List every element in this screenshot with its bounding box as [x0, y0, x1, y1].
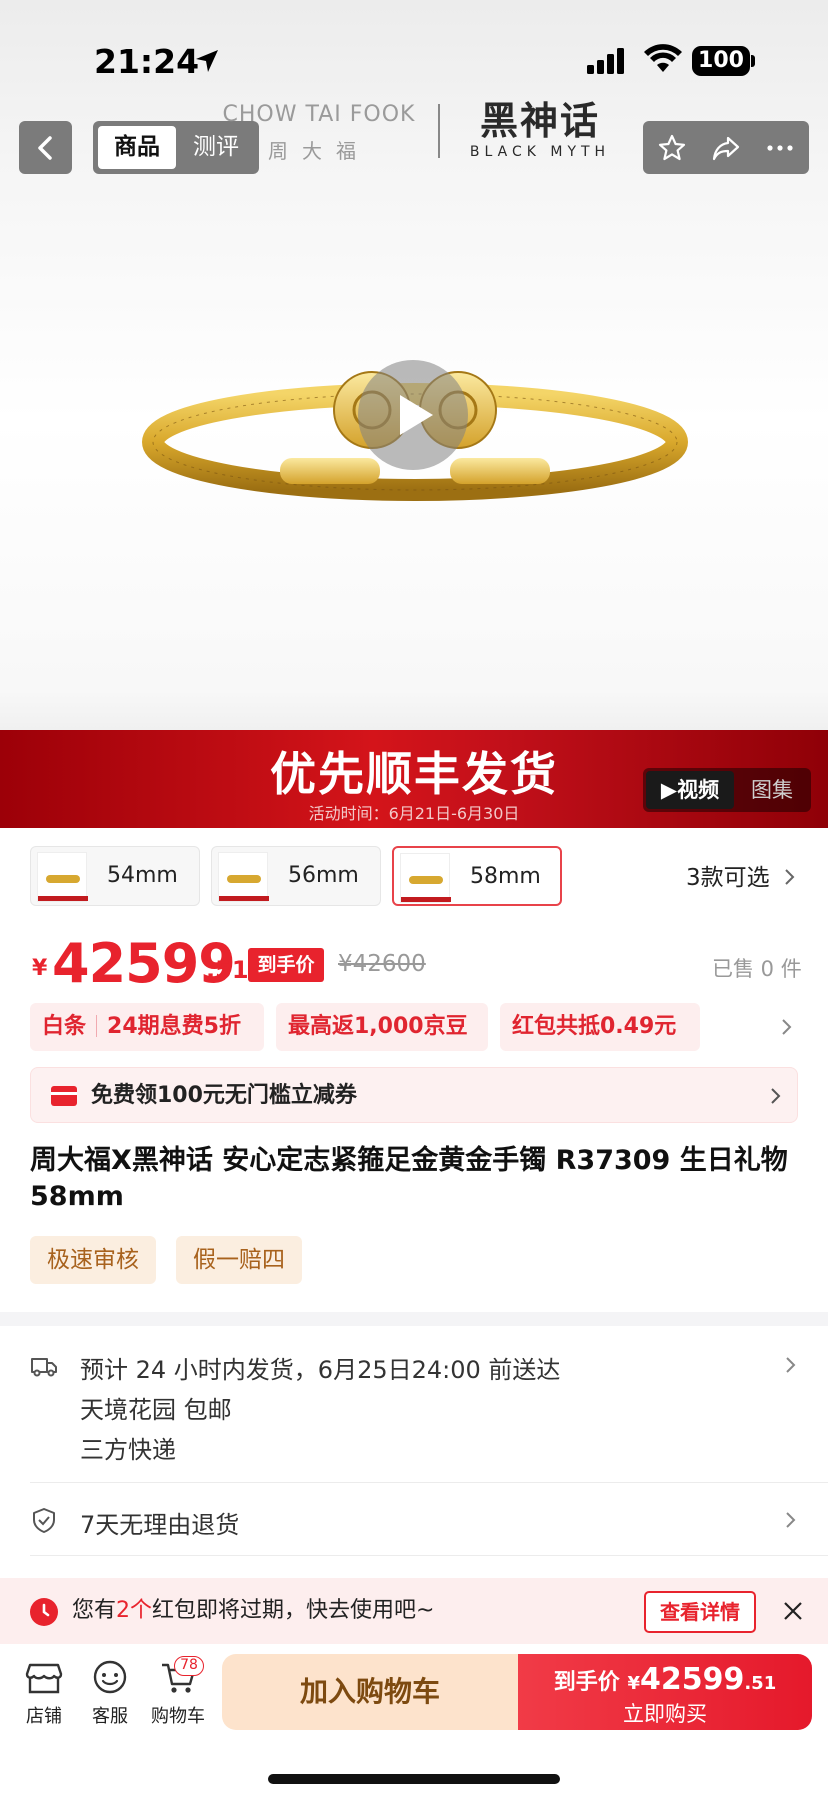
- chevron-right-icon: [785, 869, 795, 885]
- chevron-left-icon: [38, 136, 52, 160]
- buy-now-label: 立即购买: [623, 1702, 707, 1726]
- wifi-icon: [644, 44, 682, 72]
- battery-indicator: 100: [692, 46, 750, 76]
- installment-label: 24期息费5折: [107, 1014, 241, 1039]
- home-indicator[interactable]: [268, 1774, 560, 1784]
- shield-check-icon: [33, 1508, 55, 1533]
- hongbao-label: 红包共抵0.49元: [512, 1014, 677, 1039]
- product-title: 周大福X黑神话 安心定志紧箍足金黄金手镯 R37309 生日礼物 58mm: [30, 1145, 788, 1212]
- add-to-cart-button[interactable]: 加入购物车: [222, 1654, 518, 1730]
- buy-price-decimal: .51: [744, 1673, 777, 1694]
- sku-thumbnail: [400, 853, 451, 903]
- price-currency: ¥: [32, 956, 48, 981]
- sku-option-58mm[interactable]: 58mm: [392, 846, 562, 906]
- signal-icon: [587, 48, 624, 74]
- play-video-button[interactable]: [358, 360, 468, 470]
- price-decimal: .51: [206, 956, 249, 984]
- coupon-card-icon: [51, 1086, 77, 1106]
- chevron-right-icon[interactable]: [784, 1356, 798, 1374]
- sold-count: 已售 0 件: [712, 957, 802, 981]
- coupon-banner[interactable]: 免费领100元无门槛立减券: [30, 1067, 798, 1123]
- share-icon[interactable]: [711, 133, 741, 163]
- sku-option-56mm[interactable]: 56mm: [211, 846, 381, 906]
- buy-price-currency: ¥: [627, 1673, 640, 1694]
- sku-option-54mm[interactable]: 54mm: [30, 846, 200, 906]
- divider: [30, 1482, 828, 1483]
- sku-thumbnail: [218, 852, 269, 902]
- clock-glyph-icon: [42, 1603, 50, 1617]
- brand-divider: [438, 104, 440, 158]
- shop-label: 店铺: [26, 1706, 62, 1727]
- redpacket-message: 您有2个红包即将过期，快去使用吧~: [72, 1578, 434, 1644]
- chevron-right-icon[interactable]: [780, 1018, 794, 1036]
- more-icon[interactable]: [765, 133, 795, 163]
- product-hero: 21:24 100 商品 测评 CHOW TAI FOOK 周大福 黑神话 BL…: [0, 0, 828, 730]
- coupon-text: 免费领100元无门槛立减券: [91, 1083, 357, 1108]
- black-myth-cn-wordmark: 黑神话: [479, 98, 600, 143]
- tab-video[interactable]: ▶视频: [646, 771, 734, 809]
- cart-label: 购物车: [151, 1706, 205, 1727]
- close-icon[interactable]: [782, 1600, 804, 1622]
- tag-fake-compensation: 假一赔四: [176, 1236, 302, 1284]
- redpacket-expiry-bar: 您有2个红包即将过期，快去使用吧~ 查看详情: [0, 1578, 828, 1644]
- delivery-truck-icon: [31, 1358, 57, 1377]
- store-icon: [25, 1663, 63, 1694]
- chow-tai-fook-wordmark: CHOW TAI FOOK: [222, 102, 416, 127]
- sku-thumbnail: [37, 852, 88, 902]
- final-price-badge: 到手价: [248, 948, 324, 982]
- shipping-estimate: 预计 24 小时内发货，6月25日24:00 前送达: [80, 1356, 561, 1384]
- play-icon: [400, 395, 433, 435]
- media-tabs: ▶视频 图集: [643, 768, 811, 812]
- customer-service-button[interactable]: 客服: [80, 1660, 140, 1728]
- chow-tai-fook-cn-wordmark: 周大福: [268, 139, 370, 163]
- buy-price-integer: 42599: [639, 1662, 745, 1697]
- section-gap: [0, 1312, 828, 1326]
- shipping-address: 天境花园 包邮: [80, 1396, 232, 1424]
- status-bar: 21:24 100: [0, 0, 828, 110]
- sku-label: 54mm: [107, 863, 178, 888]
- shipping-carrier: 三方快递: [80, 1436, 176, 1464]
- alarm-clock-icon: [30, 1598, 58, 1626]
- battery-tip: [751, 55, 755, 67]
- sku-label: 58mm: [470, 864, 541, 889]
- black-myth-logo: 黑神话 BLACK MYTH: [465, 98, 615, 161]
- location-arrow-icon: [196, 50, 218, 72]
- black-myth-en-wordmark: BLACK MYTH: [469, 144, 611, 160]
- status-time: 21:24: [94, 42, 200, 81]
- nav-actions: [643, 121, 809, 174]
- chevron-right-icon: [771, 1088, 781, 1104]
- service-label: 客服: [92, 1706, 128, 1727]
- redpacket-count: 2个: [116, 1598, 153, 1623]
- view-details-button[interactable]: 查看详情: [644, 1591, 756, 1633]
- buy-price-line: 到手价 ¥42599.51: [518, 1662, 812, 1697]
- buy-now-button[interactable]: 到手价 ¥42599.51 立即购买: [518, 1654, 812, 1730]
- original-price: ¥42600: [338, 951, 426, 977]
- tag-fast-review: 极速审核: [30, 1236, 156, 1284]
- baitiao-label: 白条: [42, 1014, 87, 1039]
- chat-smile-icon: [93, 1660, 127, 1694]
- jingdou-rebate-chip[interactable]: 最高返1,000京豆: [276, 1003, 488, 1051]
- hongbao-deduct-chip[interactable]: 红包共抵0.49元: [500, 1003, 700, 1051]
- chow-tai-fook-logo: CHOW TAI FOOK 周大福: [214, 102, 424, 164]
- star-icon[interactable]: [657, 133, 687, 163]
- chevron-right-icon[interactable]: [784, 1511, 798, 1529]
- shop-button[interactable]: 店铺: [14, 1660, 74, 1728]
- sku-label: 56mm: [288, 863, 359, 888]
- jingdou-label: 最高返1,000京豆: [288, 1014, 468, 1039]
- cart-count-badge: 78: [174, 1656, 204, 1676]
- divider: [30, 1555, 828, 1556]
- redpacket-post: 红包即将过期，快去使用吧~: [152, 1598, 435, 1623]
- return-policy: 7天无理由退货: [80, 1511, 240, 1539]
- sku-count-label: 3款可选: [686, 865, 770, 891]
- back-button[interactable]: [19, 121, 72, 174]
- sku-more-options[interactable]: 3款可选: [686, 858, 797, 892]
- tab-product[interactable]: 商品: [98, 126, 176, 169]
- redpacket-pre: 您有: [72, 1598, 117, 1623]
- tab-gallery[interactable]: 图集: [737, 768, 807, 812]
- buy-price-label: 到手价: [553, 1670, 620, 1695]
- baitiao-installment-chip[interactable]: 白条 24期息费5折: [30, 1003, 264, 1051]
